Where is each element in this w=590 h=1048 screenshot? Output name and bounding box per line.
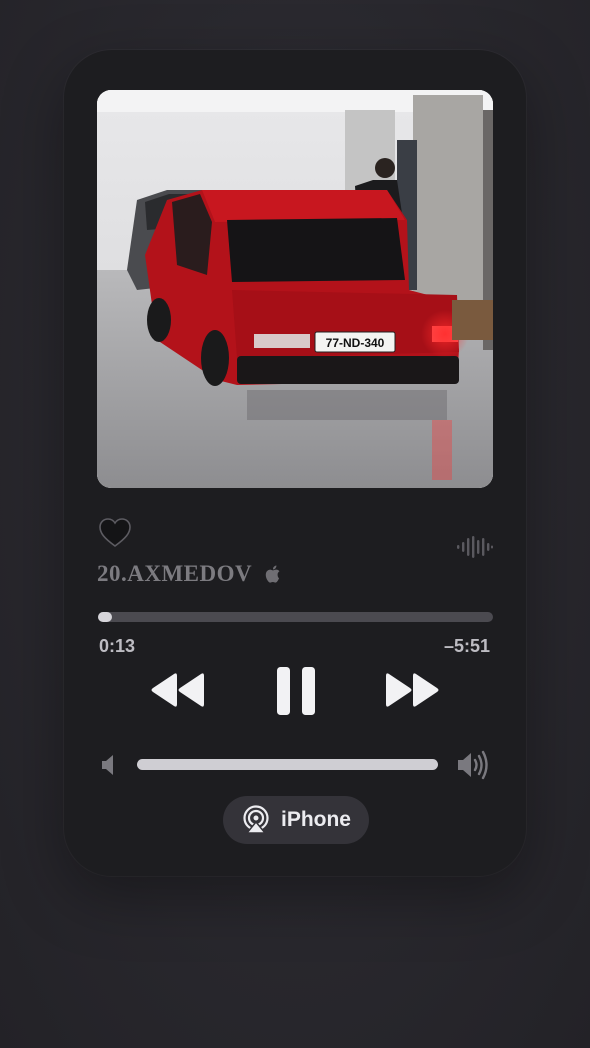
- album-artwork[interactable]: 77-ND-340: [97, 90, 493, 488]
- volume-slider[interactable]: [137, 759, 438, 770]
- plate-text: 77-ND-340: [326, 336, 385, 350]
- speaker-low-icon: [102, 755, 113, 775]
- pause-icon[interactable]: [275, 666, 317, 716]
- output-device-label: iPhone: [280, 808, 351, 831]
- playback-progress-bar[interactable]: [98, 612, 493, 622]
- now-playing-card: 77-ND-340 20.AXMEDOV 0:13 –5:51 iPhone: [64, 50, 526, 876]
- rewind-icon[interactable]: [150, 670, 206, 710]
- airplay-icon: [243, 805, 269, 834]
- track-title: 20.AXMEDOV: [97, 561, 253, 586]
- remaining-time: –5:51: [443, 636, 490, 656]
- speaker-high-icon: [458, 750, 488, 780]
- volume-fill: [137, 759, 438, 770]
- artwork-image: 77-ND-340: [97, 90, 493, 488]
- track-title-row: 20.AXMEDOV: [97, 557, 282, 591]
- progress-fill: [98, 612, 112, 622]
- airplay-output-button[interactable]: iPhone: [223, 796, 369, 844]
- fast-forward-icon[interactable]: [384, 670, 440, 710]
- apple-icon: [265, 565, 280, 583]
- waveform-icon[interactable]: [457, 536, 493, 558]
- elapsed-time: 0:13: [99, 636, 136, 656]
- heart-icon[interactable]: [98, 517, 132, 549]
